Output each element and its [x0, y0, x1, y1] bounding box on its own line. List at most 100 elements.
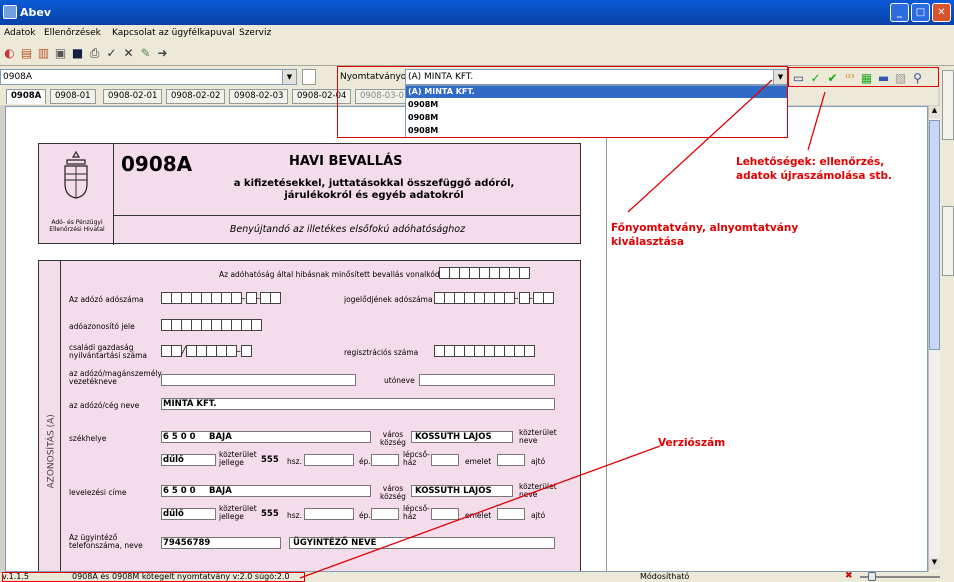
side-tab-2[interactable]	[942, 206, 954, 276]
exit-icon[interactable]: ➜	[155, 45, 170, 61]
copy-icon[interactable]: ▧	[893, 70, 908, 86]
save-icon[interactable]: ■	[70, 45, 85, 61]
lastname-label: az adózó/magánszemély vezetékneve	[69, 369, 162, 386]
title-bar: Abev _ □ ✕	[0, 0, 954, 25]
calc-icon[interactable]: ✎	[138, 45, 153, 61]
mail-city-label: város község	[380, 484, 406, 501]
search-icon[interactable]: ⚲	[910, 70, 925, 86]
taxid-label: adóazonosító jele	[69, 322, 135, 331]
side-tab-1[interactable]	[942, 70, 954, 140]
menu-bar: Adatok Ellenőrzések Kapcsolat az ügyfélk…	[0, 25, 954, 42]
minimize-button[interactable]: _	[890, 3, 909, 22]
reg-field[interactable]	[434, 345, 535, 357]
seat-ep-label: ép.	[359, 457, 371, 466]
new-icon[interactable]: ◐	[2, 45, 17, 61]
seat-emelet-label: emelet	[465, 457, 492, 466]
annotation-version: Verziószám	[658, 437, 726, 449]
lastname-field[interactable]	[161, 374, 356, 386]
import-icon[interactable]: ▥	[36, 45, 51, 61]
predecessor-field[interactable]: – –	[434, 292, 554, 304]
zoom-slider-handle[interactable]	[868, 572, 876, 581]
scroll-thumb[interactable]	[929, 120, 940, 350]
seat-street-value: KOSSUTH LAJOS	[415, 432, 492, 442]
seat-street-name-label: közterület neve	[519, 428, 557, 445]
taxnum-field[interactable]: – –	[161, 292, 281, 304]
print-icon[interactable]: ⎙	[87, 45, 102, 61]
form-icon[interactable]: ▭	[791, 70, 806, 86]
seat-hsz-value: 555	[261, 455, 279, 465]
form-code: 0908A	[121, 152, 193, 176]
menu-ellenorzesek[interactable]: Ellenőrzések	[44, 28, 101, 38]
vertical-scrollbar[interactable]: ▲ ▼	[928, 106, 940, 572]
attach-icon[interactable]: ▣	[53, 45, 68, 61]
seat-emelet-field[interactable]	[497, 454, 525, 466]
form-content: Adó- és Pénzügyi Ellenőrzési Hivatal 090…	[5, 106, 928, 572]
form-subtitle-2: járulékokról és egyéb adatokról	[284, 190, 464, 201]
check-all-icon[interactable]: ✔	[825, 70, 840, 86]
identification-section: AZONOSÍTÁS (A) Az adóhatóság által hibás…	[38, 260, 581, 571]
error-icon[interactable]: ✖	[845, 571, 853, 581]
maximize-button[interactable]: □	[911, 3, 930, 22]
annotation-mainform: Főnyomtatvány, alnyomtatvány kiválasztás…	[611, 222, 799, 248]
mail-ep-field[interactable]	[371, 508, 399, 520]
mail-hsz-value: 555	[261, 509, 279, 519]
tab-0908-02-01[interactable]: 0908-02-01	[103, 89, 163, 104]
taxid-field[interactable]	[161, 319, 262, 331]
family-field[interactable]: ╱ –	[161, 345, 252, 357]
document-icon[interactable]	[302, 69, 316, 85]
save-form-icon[interactable]: ▬	[876, 70, 891, 86]
validate-icon[interactable]: ✓	[808, 70, 823, 86]
scroll-up-icon[interactable]: ▲	[929, 106, 940, 118]
mode-label: Módosítható	[640, 572, 690, 581]
form-subtitle-1: a kifizetésekkel, juttatásokkal összefüg…	[233, 178, 515, 189]
reg-label: regisztrációs száma	[344, 348, 419, 357]
name-label: az adózó/cég neve	[69, 401, 140, 410]
seat-hsz-label: hsz.	[287, 457, 302, 466]
form-select[interactable]: 0908A ▼	[0, 69, 297, 85]
tab-0908-01[interactable]: 0908-01	[50, 89, 96, 104]
seat-hsz-field[interactable]	[304, 454, 354, 466]
add-form-icon[interactable]: ▦	[859, 70, 874, 86]
menu-ugyfelkapu[interactable]: Kapcsolat az ügyfélkapuval	[112, 28, 235, 38]
mail-hsz-field[interactable]	[304, 508, 354, 520]
mail-emelet-field[interactable]	[497, 508, 525, 520]
menu-adatok[interactable]: Adatok	[4, 28, 35, 38]
mail-lepcso-label: lépcső-ház	[403, 504, 430, 521]
seat-ep-field[interactable]	[371, 454, 399, 466]
name-field[interactable]	[161, 398, 555, 410]
divider	[606, 107, 607, 571]
form-header: Adó- és Pénzügyi Ellenőrzési Hivatal 090…	[38, 143, 581, 245]
seat-lepcso-field[interactable]	[431, 454, 459, 466]
recalc-icon[interactable]: ¹²³	[842, 70, 857, 86]
scroll-down-icon[interactable]: ▼	[929, 558, 940, 570]
tab-0908-02-03[interactable]: 0908-02-03	[229, 89, 289, 104]
seat-type-value: dűlő	[163, 455, 184, 465]
authority-name: Adó- és Pénzügyi Ellenőrzési Hivatal	[49, 219, 105, 233]
annotation-options: Lehetőségek: ellenőrzés, adatok újraszám…	[736, 156, 892, 182]
mail-lepcso-field[interactable]	[431, 508, 459, 520]
check-icon[interactable]: ✓	[104, 45, 119, 61]
mail-emelet-label: emelet	[465, 511, 492, 520]
submit-note: Benyújtandó az illetékes elsőfokú adóhat…	[229, 224, 466, 235]
seat-label: székhelye	[69, 434, 107, 443]
close-button[interactable]: ✕	[932, 3, 951, 22]
barcode-field[interactable]	[439, 267, 530, 279]
mail-type-value: dűlő	[163, 509, 184, 519]
toolbar: ◐ ▤ ▥ ▣ ■ ⎙ ✓ ✕ ✎ ➜	[0, 42, 954, 66]
chevron-down-icon[interactable]: ▼	[282, 70, 296, 84]
seat-lepcso-label: lépcső-ház	[403, 450, 430, 467]
divider	[114, 215, 581, 216]
version-highlight	[2, 572, 305, 582]
section-label: AZONOSÍTÁS (A)	[46, 414, 57, 489]
firstname-field[interactable]	[419, 374, 555, 386]
tab-0908-02-02[interactable]: 0908-02-02	[166, 89, 226, 104]
open-icon[interactable]: ▤	[19, 45, 34, 61]
seat-ajto-label: ajtó	[531, 457, 546, 466]
tab-0908a[interactable]: 0908A	[6, 89, 47, 104]
taxnum-label: Az adózó adószáma	[69, 295, 144, 304]
mail-hsz-label: hsz.	[287, 511, 302, 520]
seat-city-label: város község	[380, 430, 406, 447]
delete-icon[interactable]: ✕	[121, 45, 136, 61]
menu-szerviz[interactable]: Szerviz	[239, 28, 271, 38]
mail-type-label: közterület jellege	[219, 504, 257, 521]
